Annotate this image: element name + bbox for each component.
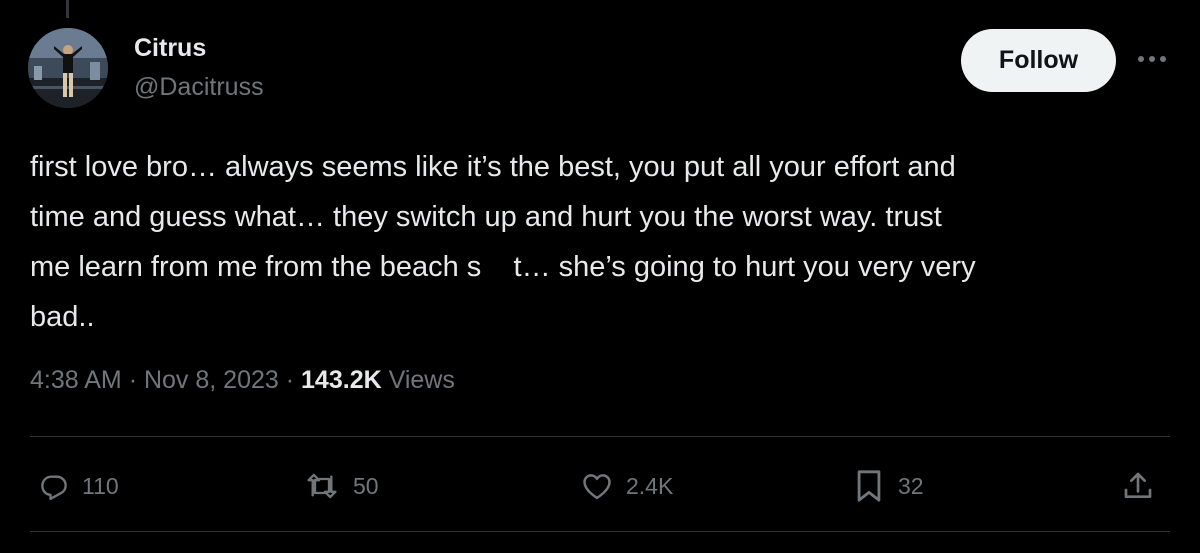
reply-icon — [40, 472, 68, 500]
tweet-text: first love bro… always seems like it’s t… — [30, 142, 1170, 342]
author-handle[interactable]: @Dacitruss — [134, 73, 264, 102]
tweet-meta: 4:38 AM · Nov 8, 2023 · 143.2K Views — [30, 366, 455, 395]
retweet-count: 50 — [353, 472, 379, 499]
bookmark-button[interactable]: 32 — [854, 466, 924, 506]
meta-separator: · — [285, 366, 295, 394]
retweet-icon — [305, 472, 339, 500]
tweet-text-line: first love bro… always seems like it’s t… — [30, 151, 956, 183]
follow-button[interactable]: Follow — [961, 29, 1116, 92]
avatar[interactable] — [28, 28, 108, 108]
bookmark-icon — [854, 469, 884, 503]
tweet-date[interactable]: Nov 8, 2023 — [144, 366, 279, 394]
avatar-photo — [28, 28, 108, 108]
like-count: 2.4K — [626, 472, 674, 499]
heart-icon — [582, 472, 612, 500]
reply-count: 110 — [82, 472, 119, 499]
tweet-text-line: time and guess what… they switch up and … — [30, 201, 942, 233]
divider — [30, 436, 1170, 437]
tweet-text-line: me learn from me from the beach s t… she… — [30, 251, 976, 283]
tweet-text-line: bad.. — [30, 301, 95, 333]
retweet-button[interactable]: 50 — [305, 466, 379, 506]
reply-button[interactable]: 110 — [40, 466, 119, 506]
meta-separator: · — [128, 366, 138, 394]
views-count: 143.2K — [301, 366, 382, 394]
author-display-name[interactable]: Citrus — [134, 34, 206, 63]
views-label: Views — [388, 366, 455, 394]
divider — [30, 531, 1170, 532]
thread-connector-line — [66, 0, 69, 18]
more-horizontal-icon — [1138, 56, 1166, 62]
tweet-time[interactable]: 4:38 AM — [30, 366, 122, 394]
more-options-button[interactable] — [1130, 44, 1174, 74]
like-button[interactable]: 2.4K — [582, 466, 673, 506]
bookmark-count: 32 — [898, 472, 924, 499]
share-icon — [1122, 470, 1154, 502]
share-button[interactable] — [1122, 466, 1154, 506]
